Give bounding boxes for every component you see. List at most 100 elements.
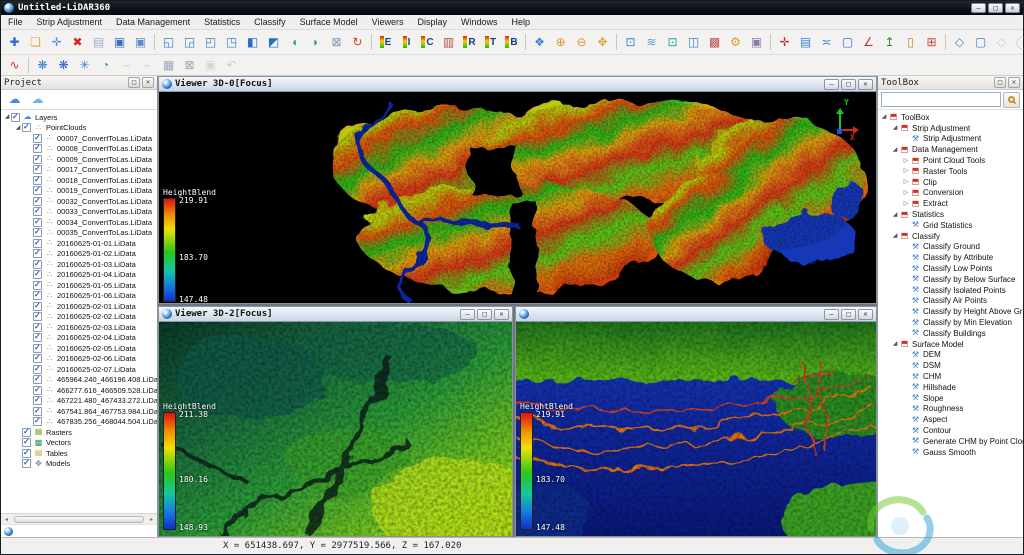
tree-item[interactable]: ◢⬒Surface Model [878, 339, 1023, 350]
convex-hull-icon[interactable]: ◗ [305, 33, 326, 52]
checkbox[interactable] [33, 228, 42, 237]
expander-expanded-icon[interactable]: ◢ [880, 112, 888, 122]
checkbox[interactable] [33, 270, 42, 279]
toolbox-search-input[interactable] [881, 92, 1001, 107]
checkbox[interactable] [33, 323, 42, 332]
tree-item[interactable]: ⚒Strip Adjustment [878, 134, 1023, 145]
display-by-elevation-icon[interactable]: E [375, 33, 396, 52]
denoise-advanced-icon[interactable]: ❋ [53, 56, 74, 75]
tree-item[interactable]: ∴00032_ConvertToLas.LiData [1, 196, 157, 207]
display-by-time-icon[interactable]: T [480, 33, 501, 52]
remove-data-icon[interactable]: ✖ [67, 33, 88, 52]
denoise-icon[interactable]: ❋ [32, 56, 53, 75]
tree-item[interactable]: ∴466277.616_466509.528.LiData [1, 385, 157, 396]
checkbox[interactable] [33, 207, 42, 216]
open-data-icon[interactable]: ❏ [25, 33, 46, 52]
checkbox[interactable] [33, 386, 42, 395]
checkbox[interactable] [33, 186, 42, 195]
checkbox[interactable] [33, 218, 42, 227]
menu-item[interactable]: File [1, 15, 30, 30]
tree-item[interactable]: ⚒DSM [878, 360, 1023, 371]
expander-expanded-icon[interactable]: ◢ [3, 112, 11, 122]
viewer1-close-button[interactable]: ✕ [858, 309, 873, 320]
tree-item[interactable]: ∴465964.240_466196.408.LiData [1, 375, 157, 386]
checkbox[interactable] [33, 407, 42, 416]
viewer-3d-icon[interactable]: ⊡ [662, 33, 683, 52]
zoom-in-icon[interactable]: ⊕ [550, 33, 571, 52]
checkbox[interactable] [33, 302, 42, 311]
menu-item[interactable]: Viewers [365, 15, 411, 30]
viewer0-close-button[interactable]: ✕ [858, 79, 873, 90]
toolbox-float-button[interactable]: □ [994, 77, 1006, 88]
tree-item[interactable]: ∴20160625-01-02.LiData [1, 249, 157, 260]
tree-item[interactable]: ⚒Classify Low Points [878, 263, 1023, 274]
tree-item[interactable]: ▦Rasters [1, 427, 157, 438]
viewer1-minimize-button[interactable]: – [824, 309, 839, 320]
expander-expanded-icon[interactable]: ◢ [891, 145, 899, 155]
expander-collapsed-icon[interactable]: ▷ [902, 156, 910, 166]
checkbox[interactable] [22, 459, 31, 468]
viewer1-canvas[interactable]: HeightBlend 219.91 183.70 147.48 [516, 322, 876, 536]
expander-expanded-icon[interactable]: ◢ [891, 339, 899, 349]
tree-item[interactable]: ∴20160625-02-07.LiData [1, 364, 157, 375]
tree-item[interactable]: ◢☁Layers [1, 112, 157, 123]
measure-angle-icon[interactable]: ∠ [858, 33, 879, 52]
minimize-button[interactable]: – [971, 3, 986, 13]
checkbox[interactable] [33, 333, 42, 342]
link-viewer-icon[interactable]: ≋ [641, 33, 662, 52]
close-button[interactable]: ✕ [1005, 3, 1020, 13]
tree-item[interactable]: ▩Vectors [1, 438, 157, 449]
checkbox[interactable] [33, 197, 42, 206]
tree-item[interactable]: ∴20160625-01-01.LiData [1, 238, 157, 249]
tree-item[interactable]: ∴00033_ConvertToLas.LiData [1, 207, 157, 218]
tree-item[interactable]: ∴20160625-02-05.LiData [1, 343, 157, 354]
capture-image-icon[interactable]: ▣ [746, 33, 767, 52]
grid-split-icon[interactable]: ▦ [158, 56, 179, 75]
checkbox[interactable] [33, 354, 42, 363]
tree-item[interactable]: ⚒Hillshade [878, 382, 1023, 393]
select-polygon-icon[interactable]: ◇ [949, 33, 970, 52]
menu-item[interactable]: Surface Model [293, 15, 365, 30]
tree-item[interactable]: ⚒Classify by Height Above Ground [878, 306, 1023, 317]
project-hscrollbar[interactable]: ◂ ▸ [1, 513, 157, 524]
tree-item[interactable]: ∴20160625-01-03.LiData [1, 259, 157, 270]
measure-area-icon[interactable]: ▢ [837, 33, 858, 52]
view-front-icon[interactable]: ◱ [158, 33, 179, 52]
tree-item[interactable]: ⚒Classify Isolated Points [878, 285, 1023, 296]
menu-item[interactable]: Windows [454, 15, 505, 30]
maximize-button[interactable]: □ [988, 3, 1003, 13]
tree-item[interactable]: ∴20160625-02-02.LiData [1, 312, 157, 323]
tree-item[interactable]: ▤Tables [1, 448, 157, 459]
checkbox[interactable] [11, 113, 20, 122]
tree-item[interactable]: ⚒Classify Air Points [878, 296, 1023, 307]
save-project-as-icon[interactable]: ▣ [130, 33, 151, 52]
tree-item[interactable]: ⚒Classify by Min Elevation [878, 317, 1023, 328]
checkbox[interactable] [33, 155, 42, 164]
tree-item[interactable]: ◢⬒Strip Adjustment [878, 123, 1023, 134]
tree-item[interactable]: ◢⬒Statistics [878, 209, 1023, 220]
checkbox[interactable] [33, 291, 42, 300]
measure-height-icon[interactable]: ↥ [879, 33, 900, 52]
tree-item[interactable]: ∴20160625-01-05.LiData [1, 280, 157, 291]
tree-item[interactable]: ∴467835.256_468044.504.LiData [1, 417, 157, 428]
display-by-return-icon[interactable]: R [459, 33, 480, 52]
tree-item[interactable]: ∴20160625-02-01.LiData [1, 301, 157, 312]
measure-distance-icon[interactable]: ≍ [816, 33, 837, 52]
tree-item[interactable]: ◢⬒Classify [878, 231, 1023, 242]
checkbox[interactable] [33, 417, 42, 426]
tree-item[interactable]: ⚒Classify by Attribute [878, 252, 1023, 263]
viewer0-canvas[interactable]: HeightBlend 219.91 183.70 147.48 Y X [159, 92, 876, 303]
checkbox[interactable] [33, 344, 42, 353]
tree-item[interactable]: ∴467221.480_467433.272.LiData [1, 396, 157, 407]
tree-item[interactable]: ∴20160625-02-03.LiData [1, 322, 157, 333]
checkbox[interactable] [33, 312, 42, 321]
viewer2-restore-button[interactable]: □ [477, 309, 492, 320]
checkbox[interactable] [33, 396, 42, 405]
tree-item[interactable]: ∴00018_ConvertToLas.LiData [1, 175, 157, 186]
viewer2-title-bar[interactable]: Viewer 3D-2[Focus] – □ ✕ [159, 307, 512, 322]
checkbox[interactable] [33, 134, 42, 143]
checkbox[interactable] [33, 365, 42, 374]
checkbox[interactable] [33, 176, 42, 185]
checkbox[interactable] [22, 449, 31, 458]
checkbox[interactable] [33, 281, 42, 290]
